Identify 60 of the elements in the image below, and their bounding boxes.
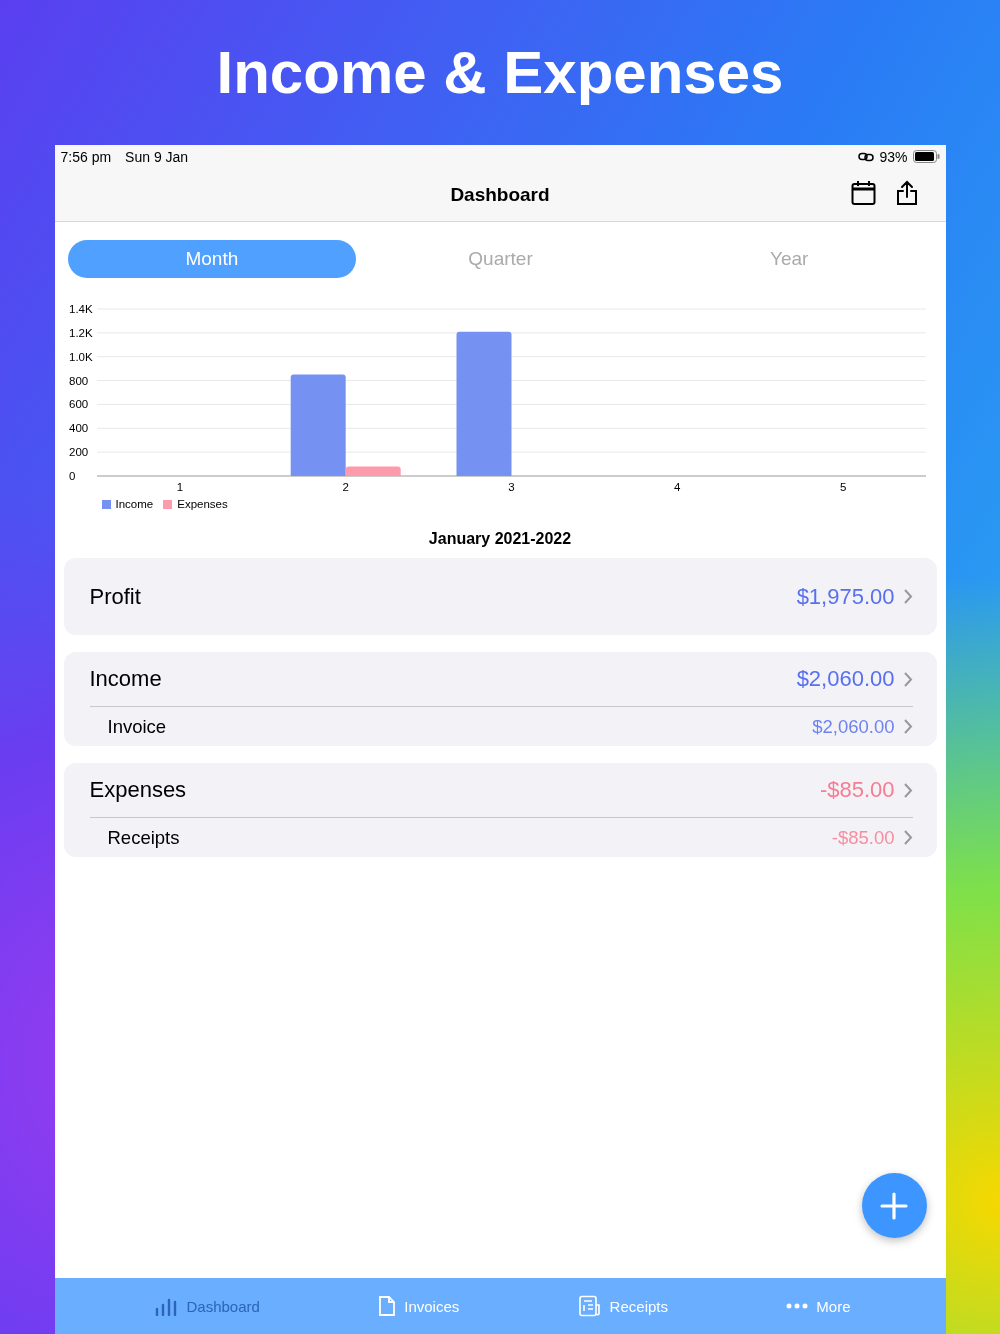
chevron-icon [902, 829, 913, 846]
x-axis-label: 2 [342, 481, 349, 493]
battery-percent: 93% [879, 148, 908, 165]
calendar-icon[interactable] [850, 180, 876, 206]
add-button[interactable] [861, 1173, 927, 1238]
tab-bar-item[interactable]: Invoices [378, 1295, 460, 1317]
link-icon [858, 151, 875, 162]
legend-label: Expenses [177, 498, 228, 510]
summary-row[interactable]: Income $2,060.00 [89, 652, 913, 706]
x-axis-label: 5 [839, 481, 846, 493]
y-axis-label: 1.4K [68, 303, 93, 315]
bar-chart-icon [154, 1296, 179, 1316]
chevron-icon [902, 781, 913, 799]
legend-swatch [163, 499, 173, 509]
document-icon [378, 1295, 397, 1317]
legend-label: Income [115, 498, 154, 510]
y-axis-label: 200 [68, 446, 88, 459]
row-amount: $2,060.00 [796, 666, 895, 692]
row-label: Invoice [107, 715, 168, 738]
headline: Income & Expenses [216, 38, 784, 108]
y-axis-label: 400 [68, 422, 88, 435]
status-date: Sun 9 Jan [125, 148, 189, 165]
y-axis-label: 1.2K [68, 326, 93, 339]
segment-tab[interactable]: Quarter [356, 240, 645, 278]
chevron-icon [902, 718, 913, 735]
tab-bar-item[interactable]: More [786, 1297, 851, 1315]
more-icon [786, 1303, 809, 1309]
battery-icon [912, 150, 940, 163]
row-amount: $2,060.00 [812, 715, 895, 738]
plus-icon [880, 1191, 908, 1220]
chevron-icon [902, 588, 913, 605]
status-time: 7:56 pm [60, 148, 112, 165]
y-axis-label: 600 [68, 398, 88, 411]
tab-bar-item[interactable]: Receipts [577, 1295, 668, 1317]
x-axis-label: 3 [507, 481, 515, 493]
summary-row[interactable]: Profit $1,975.00 [89, 558, 913, 635]
row-label: Income [89, 666, 163, 692]
tab-bar-item[interactable]: Dashboard [154, 1296, 260, 1316]
row-label: Expenses [89, 777, 188, 803]
row-amount: $1,975.00 [796, 583, 895, 610]
detail-row[interactable]: Receipts -$85.00 [89, 817, 913, 857]
nav-title: Dashboard [450, 183, 550, 206]
y-axis-label: 800 [68, 374, 88, 387]
period-label: January 2021-2022 [427, 529, 573, 549]
row-label: Profit [89, 583, 142, 610]
y-axis-label: 1.0K [68, 350, 93, 363]
x-axis-label: 1 [176, 481, 183, 493]
summary-row[interactable]: Expenses -$85.00 [89, 763, 913, 817]
legend-swatch [101, 499, 111, 509]
row-amount: -$85.00 [819, 777, 895, 803]
share-icon[interactable] [895, 180, 918, 206]
receipt-icon [577, 1295, 602, 1317]
x-axis-label: 4 [673, 481, 680, 493]
row-label: Receipts [107, 826, 181, 849]
y-axis-label: 0 [68, 470, 75, 482]
row-amount: -$85.00 [831, 826, 895, 849]
segment-tab[interactable]: Year [644, 240, 934, 278]
chevron-icon [902, 670, 913, 688]
segment-tab[interactable]: Month [67, 240, 357, 278]
detail-row[interactable]: Invoice $2,060.00 [89, 706, 913, 746]
